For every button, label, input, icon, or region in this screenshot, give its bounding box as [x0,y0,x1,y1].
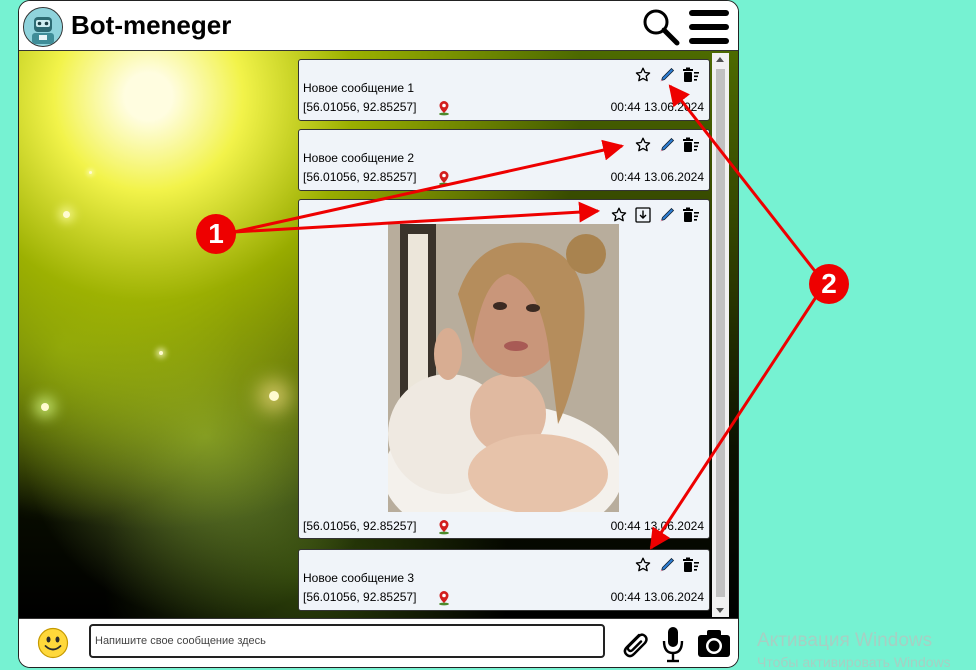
paperclip-icon[interactable] [617,627,651,661]
star-icon[interactable] [635,67,651,83]
scroll-up-arrow[interactable] [716,57,724,62]
delete-icon[interactable] [683,137,699,153]
app-header: Bot-meneger [19,1,738,51]
edit-pencil-icon[interactable] [659,137,675,153]
annotation-badge-1: 1 [196,214,236,254]
scrollbar-thumb[interactable] [716,69,725,597]
location-pin-icon[interactable] [437,100,451,116]
app-title: Bot-meneger [71,10,232,40]
location-pin-icon[interactable] [437,170,451,186]
hamburger-menu-icon[interactable] [687,9,731,45]
message-actions [611,206,699,224]
delete-icon[interactable] [683,67,699,83]
star-icon[interactable] [635,137,651,153]
edit-pencil-icon[interactable] [659,557,675,573]
search-icon[interactable] [641,8,681,46]
message-card: Новое сообщение 2 [56.01056, 92.85257] 0… [298,129,710,191]
background-sparkle [63,211,70,218]
message-composer [19,618,738,667]
delete-icon[interactable] [683,557,699,573]
message-actions [635,66,699,84]
message-actions [635,556,699,574]
location-pin-icon[interactable] [437,590,451,606]
background-sparkle [41,403,49,411]
chat-scrollbar[interactable] [712,53,729,617]
star-icon[interactable] [611,207,627,223]
message-timestamp: 00:44 13.06.2024 [610,519,704,533]
edit-pencil-icon[interactable] [659,207,675,223]
message-coordinates: [56.01056, 92.85257] [303,170,417,184]
robot-avatar-icon [23,7,63,47]
app-window: Bot-meneger Новое сообщение 1 [56.01056,… [18,0,739,668]
smiley-emoji-icon[interactable] [37,627,69,659]
message-coordinates: [56.01056, 92.85257] [303,519,417,533]
message-input[interactable] [89,624,605,658]
message-photo[interactable] [388,224,619,512]
annotation-badge-2: 2 [809,264,849,304]
message-card-image: [56.01056, 92.85257] 00:44 13.06.2024 [298,199,710,539]
message-timestamp: 00:44 13.06.2024 [610,170,704,184]
message-card: Новое сообщение 1 [56.01056, 92.85257] 0… [298,59,710,121]
message-card: Новое сообщение 3 [56.01056, 92.85257] 0… [298,549,710,611]
windows-activation-watermark: Активация Windows [757,630,933,651]
message-timestamp: 00:44 13.06.2024 [610,590,704,604]
background-sparkle [269,391,279,401]
download-icon[interactable] [635,207,651,223]
microphone-icon[interactable] [661,625,685,663]
scroll-down-arrow[interactable] [716,608,724,613]
delete-icon[interactable] [683,207,699,223]
edit-pencil-icon[interactable] [659,67,675,83]
message-text: Новое сообщение 3 [303,571,415,585]
star-icon[interactable] [635,557,651,573]
location-pin-icon[interactable] [437,519,451,535]
message-coordinates: [56.01056, 92.85257] [303,100,417,114]
camera-icon[interactable] [697,627,731,659]
message-actions [635,136,699,154]
message-timestamp: 00:44 13.06.2024 [610,100,704,114]
background-sparkle [89,171,92,174]
background-sparkle [159,351,163,355]
message-coordinates: [56.01056, 92.85257] [303,590,417,604]
message-text: Новое сообщение 2 [303,151,415,165]
message-text: Новое сообщение 1 [303,81,415,95]
chat-area: Новое сообщение 1 [56.01056, 92.85257] 0… [19,51,738,618]
